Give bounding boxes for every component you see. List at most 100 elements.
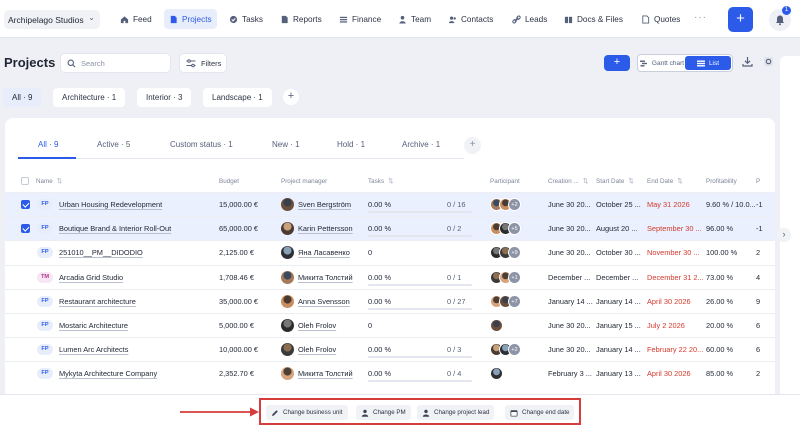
nav-more-button[interactable]: ··· (694, 12, 707, 23)
table-row[interactable]: FP 251010__PM__DIDODIO 2,125.00 € Яна Ласав… (5, 240, 775, 264)
category-chip-interior[interactable]: Interior · 3 (137, 88, 192, 107)
participant-avatars[interactable]: +9 (490, 246, 521, 260)
column-header-created[interactable]: Creation ... ⇅ (548, 178, 588, 185)
column-header-start[interactable]: Start Date ⇅ (596, 178, 634, 185)
participant-avatars[interactable]: +7 (490, 294, 521, 309)
project-name-link[interactable]: Restaurant architecture (59, 297, 136, 306)
participant-avatars[interactable] (490, 319, 503, 333)
category-chip-landscape[interactable]: Landscape · 1 (203, 88, 272, 107)
tab-new[interactable]: New · 1 (272, 140, 300, 149)
nav-item-contacts[interactable]: Contacts (443, 9, 498, 29)
tab-archive[interactable]: Archive · 1 (402, 140, 440, 149)
list-view-button[interactable]: List (685, 56, 731, 70)
search-input[interactable] (81, 58, 161, 68)
column-header-tasks[interactable]: Tasks ⇅ (368, 178, 393, 185)
project-name-link[interactable]: Urban Housing Redevelopment (59, 200, 162, 209)
add-category-button[interactable]: + (283, 89, 299, 105)
creation-date: June 30 20... (548, 224, 591, 234)
scroll-right-button[interactable]: › (777, 228, 791, 242)
extra-column-value: 2 (756, 369, 761, 379)
table-row[interactable]: FP Urban Housing Redevelopment 15,000.00 €… (5, 192, 775, 216)
download-icon[interactable] (742, 56, 753, 67)
nav-item-docs-files[interactable]: Docs & Files (559, 9, 628, 29)
select-all-checkbox[interactable] (21, 177, 29, 185)
category-chip-all[interactable]: All · 9 (3, 88, 42, 107)
nav-item-team[interactable]: Team (393, 9, 436, 29)
change-project-lead-button[interactable]: Change project lead (417, 405, 495, 420)
column-header-pm[interactable]: Project manager (281, 178, 327, 185)
project-manager-link[interactable]: Oleh Frolov (298, 345, 336, 354)
profitability-value: 20.00 % (706, 321, 734, 330)
filters-button[interactable]: Filters (179, 53, 227, 73)
participant-avatars[interactable]: +2 (490, 343, 521, 357)
search-box[interactable] (60, 53, 171, 73)
participant-avatars[interactable] (490, 367, 503, 381)
participant-avatars[interactable]: +2 (490, 198, 521, 212)
filters-label: Filters (201, 58, 222, 68)
column-header-profitability[interactable]: Profitability (706, 178, 737, 185)
nav-item-finance[interactable]: Finance (334, 9, 386, 29)
project-manager-link[interactable]: Микита Толстий (298, 369, 353, 378)
project-name-link[interactable]: Boutique Brand & Interior Roll-Out (59, 224, 171, 233)
tab-active[interactable]: Active · 5 (97, 140, 130, 149)
workspace-selector[interactable]: Archipelago Studios ⌄ (4, 10, 100, 29)
project-name-link[interactable]: Arcadia Grid Studio (59, 273, 123, 282)
budget-value: 2,125.00 € (219, 248, 254, 258)
change-end-date-button[interactable]: Change end date (505, 405, 575, 420)
nav-item-feed[interactable]: Feed (115, 9, 157, 29)
gantt-view-button[interactable]: Gantt chart (639, 56, 685, 70)
tab-custom-status[interactable]: Custom status · 1 (170, 140, 233, 149)
add-project-button[interactable]: + (604, 55, 630, 71)
profitability-value: 9.60 % / 10.0... (706, 200, 756, 209)
view-toggle: Gantt chart List (637, 54, 733, 72)
tab-hold[interactable]: Hold · 1 (337, 140, 365, 149)
creation-date: June 30 20... (548, 321, 591, 330)
start-date: October 25 ... (596, 200, 641, 209)
column-header-name[interactable]: Name ⇅ (36, 178, 62, 185)
nav-item-leads[interactable]: Leads (507, 9, 552, 29)
column-header-participant[interactable]: Participant (490, 178, 520, 185)
nav-item-projects[interactable]: Projects (164, 9, 217, 29)
project-manager-link[interactable]: Anna Svensson (298, 297, 350, 306)
bell-icon (776, 15, 784, 26)
change-business-unit-button[interactable]: Change business unit (266, 405, 348, 420)
end-date: November 30 ... (647, 248, 700, 258)
project-manager-link[interactable]: Яна Ласавенко (298, 248, 350, 257)
table-row[interactable]: FP Lumen Arc Architects 10,000.00 € Oleh Fr… (5, 337, 775, 361)
column-header-end[interactable]: End Date ⇅ (647, 178, 683, 185)
change-pm-button[interactable]: Change PM (356, 405, 411, 420)
project-manager-link[interactable]: Sven Bergström (298, 200, 351, 209)
gear-icon[interactable] (763, 56, 774, 67)
column-header-budget[interactable]: Budget (219, 178, 239, 185)
nav-label-feed: Feed (133, 14, 152, 24)
nav-item-quotes[interactable]: Quotes (636, 9, 685, 29)
end-date: May 31 2026 (647, 200, 690, 209)
add-status-tab-button[interactable]: + (464, 137, 481, 154)
project-name-link[interactable]: Mykyta Architecture Company (59, 369, 157, 378)
participant-avatars[interactable]: +5 (490, 222, 521, 236)
avatar (281, 198, 294, 211)
table-row[interactable]: FP Restaurant architecture 35,000.00 € Anna… (5, 288, 775, 313)
nav-item-tasks[interactable]: Tasks (224, 9, 268, 29)
table-row[interactable]: FP Mykyta Architecture Company 2,352.70 € М… (5, 361, 775, 385)
table-row[interactable]: TM Arcadia Grid Studio 1,708.46 € Микита То… (5, 264, 775, 289)
category-chip-architecture[interactable]: Architecture · 1 (53, 88, 126, 107)
column-header-extra[interactable]: P (756, 178, 760, 185)
projects-table-card: All · 9 Active · 5 Custom status · 1 New… (5, 118, 775, 408)
project-manager-link[interactable]: Karin Pettersson (298, 224, 353, 233)
project-manager-link[interactable]: Oleh Frolov (298, 321, 336, 330)
tab-all[interactable]: All · 9 (38, 140, 58, 149)
tab-divider (18, 158, 464, 159)
project-name-link[interactable]: Lumen Arc Architects (59, 345, 128, 354)
table-row[interactable]: FP Boutique Brand & Interior Roll-Out 65,0… (5, 216, 775, 241)
task-progress-percent: 0.00 % (368, 200, 392, 209)
global-add-button[interactable]: + (728, 7, 753, 32)
nav-item-reports[interactable]: Reports (275, 9, 327, 29)
row-checkbox[interactable] (21, 200, 30, 209)
project-manager-link[interactable]: Микита Толстий (298, 273, 353, 282)
participant-avatars[interactable]: +1 (490, 270, 521, 285)
project-name-link[interactable]: Mostaric Architecture (59, 321, 128, 330)
project-name-link[interactable]: 251010__PM__DIDODIO (59, 248, 143, 257)
row-checkbox[interactable] (21, 224, 30, 234)
table-row[interactable]: FP Mostaric Architecture 5,000.00 € Oleh Fr… (5, 313, 775, 337)
